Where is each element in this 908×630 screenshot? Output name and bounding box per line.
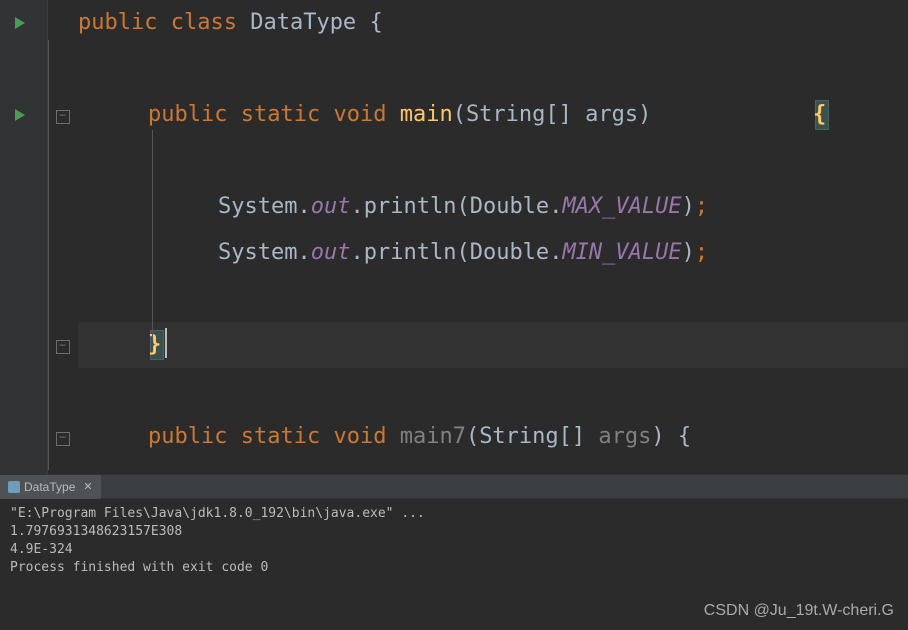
code-line: }	[148, 322, 161, 368]
caret	[165, 328, 167, 358]
console-line: 4.9E-324	[10, 541, 898, 559]
fold-icon[interactable]	[56, 432, 70, 446]
fold-guide	[48, 40, 49, 470]
code-line: public static void main7(String[] args) …	[148, 414, 691, 460]
console-tabs: DataType ✕	[0, 475, 908, 499]
current-line-highlight	[78, 322, 908, 368]
watermark: CSDN @Ju_19t.W-cheri.G	[704, 602, 894, 620]
console-tab[interactable]: DataType ✕	[0, 475, 101, 499]
fold-icon[interactable]	[56, 340, 70, 354]
code-line: public static void main(String[] args)	[148, 92, 665, 138]
gutter	[0, 0, 48, 474]
console-line: "E:\Program Files\Java\jdk1.8.0_192\bin\…	[10, 505, 898, 523]
code-line: public class DataType {	[78, 0, 383, 46]
run-class-icon[interactable]	[12, 12, 28, 36]
code-line: System.out.println(Double.MAX_VALUE);	[218, 184, 708, 230]
code-editor[interactable]: public class DataType { public static vo…	[0, 0, 908, 474]
console-output[interactable]: "E:\Program Files\Java\jdk1.8.0_192\bin\…	[0, 499, 908, 583]
fold-icon[interactable]	[56, 110, 70, 124]
code-line: {	[813, 92, 826, 138]
indent-guide	[152, 130, 153, 340]
console-line: Process finished with exit code 0	[10, 559, 898, 577]
code-content[interactable]: public class DataType { public static vo…	[78, 0, 908, 474]
tab-label: DataType	[24, 480, 75, 494]
fold-gutter	[48, 0, 78, 474]
console-line: 1.7976931348623157E308	[10, 523, 898, 541]
close-tab-icon[interactable]: ✕	[83, 480, 92, 493]
java-class-icon	[8, 481, 20, 493]
run-method-icon[interactable]	[12, 104, 28, 128]
code-line: System.out.println(Double.MIN_VALUE);	[218, 230, 708, 276]
